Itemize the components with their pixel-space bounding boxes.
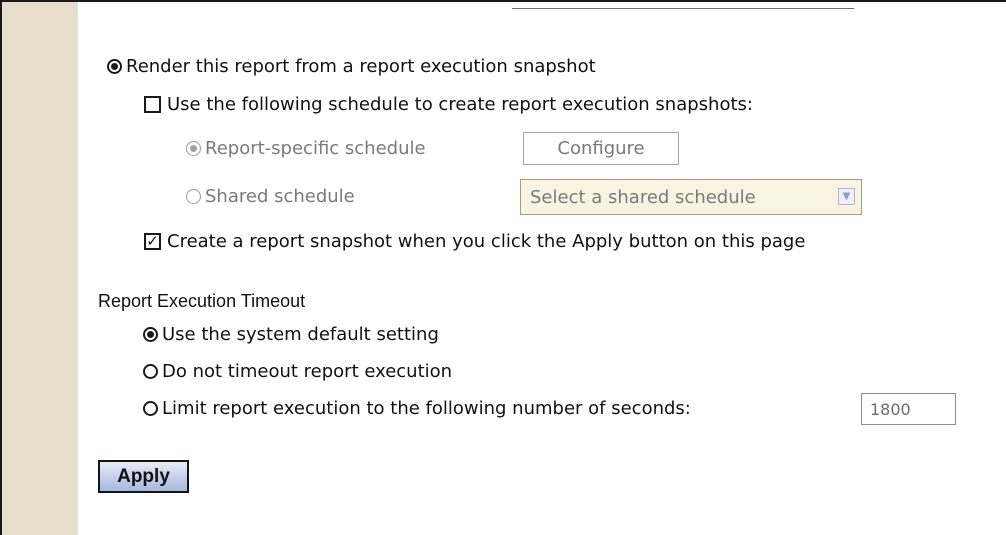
shared-schedule-radio[interactable] [186,189,201,204]
use-schedule-checkbox[interactable] [144,96,161,113]
configure-button[interactable]: Configure [523,132,679,165]
render-snapshot-radio[interactable] [107,59,122,74]
render-snapshot-label: Render this report from a report executi… [126,56,596,77]
timeout-limit-radio[interactable] [143,401,158,416]
timeout-none-label: Do not timeout report execution [162,361,453,382]
window-top-border [0,0,1006,2]
timeout-none-radio[interactable] [143,364,158,379]
timeout-heading: Report Execution Timeout [98,291,306,311]
report-specific-radio[interactable] [186,141,201,156]
timeout-seconds-input[interactable]: 1800 [861,393,956,425]
create-snapshot-checkbox[interactable]: ✓ [144,233,161,250]
apply-button[interactable]: Apply [98,460,189,493]
use-schedule-option[interactable]: Use the following schedule to create rep… [144,94,753,115]
chevron-down-icon[interactable]: ▼ [838,188,855,205]
render-snapshot-option[interactable]: Render this report from a report executi… [107,56,596,77]
use-schedule-label: Use the following schedule to create rep… [167,94,753,115]
timeout-option-limit[interactable]: Limit report execution to the following … [143,398,691,419]
timeout-option-none[interactable]: Do not timeout report execution [143,361,452,382]
timeout-default-label: Use the system default setting [162,324,439,345]
timeout-limit-label: Limit report execution to the following … [162,398,691,419]
report-specific-option[interactable]: Report-specific schedule [186,138,426,159]
left-sidebar [2,2,78,535]
timeout-default-radio[interactable] [143,327,158,342]
shared-schedule-select-value: Select a shared schedule [530,186,756,208]
shared-schedule-label: Shared schedule [205,186,355,207]
timeout-option-default[interactable]: Use the system default setting [143,324,439,345]
shared-schedule-option[interactable]: Shared schedule [186,186,355,207]
create-snapshot-option[interactable]: ✓ Create a report snapshot when you clic… [144,231,805,252]
shared-schedule-select[interactable]: Select a shared schedule ▼ [520,179,862,215]
report-specific-label: Report-specific schedule [205,138,426,159]
partial-field-above [512,0,854,9]
create-snapshot-label: Create a report snapshot when you click … [167,231,806,252]
